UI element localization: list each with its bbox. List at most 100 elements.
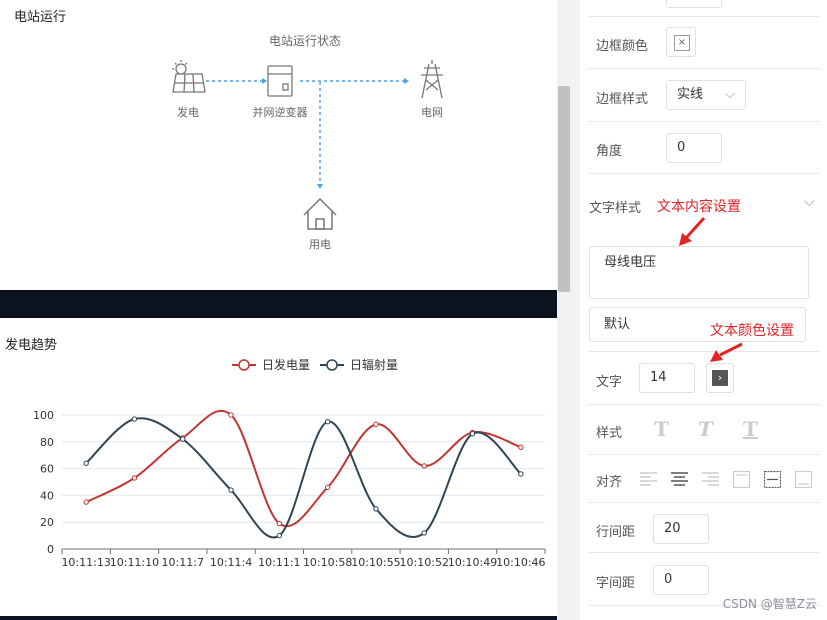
valign-bottom-icon[interactable] — [795, 471, 812, 488]
bold-icon[interactable]: T — [654, 417, 669, 441]
x-tick-label: 10:10:58 — [303, 556, 352, 569]
top-cropped-input[interactable] — [666, 0, 722, 8]
valign-middle-icon[interactable] — [764, 471, 781, 488]
border-color-swatch[interactable]: × — [666, 27, 696, 57]
border-color-row: 边框颜色 × — [588, 17, 820, 69]
trend-line-chart: 0 20 40 60 80 100 10:11:1310:11:10 10:11:7 10:11… — [33, 357, 546, 569]
data-point — [324, 484, 331, 491]
align-center-icon[interactable] — [671, 471, 688, 488]
style-label: 样式 — [596, 426, 623, 441]
align-right-icon[interactable] — [702, 471, 719, 488]
text-content-textarea[interactable]: 母线电压 — [589, 246, 809, 299]
design-canvas[interactable]: 电站运行 电站运行状态 发电 并网逆变器 电网 用电 发电趋势 0 20 40 … — [0, 0, 557, 620]
angle-input[interactable]: 0 — [666, 133, 722, 163]
text-style-label: 文字样式 — [589, 201, 642, 216]
properties-panel: 边框颜色 × 边框样式 实线 ⌵ 角度 0 文字样式 ⌵ 母线电压 默认 文字 … — [580, 0, 827, 620]
station-diagram — [172, 60, 443, 230]
legend-label: 日辐射量 — [350, 357, 398, 372]
data-point — [421, 530, 427, 536]
angle-label: 角度 — [596, 144, 623, 159]
data-point — [228, 412, 234, 418]
series-line-2 — [85, 417, 522, 539]
line-height-input[interactable]: 20 — [653, 514, 709, 544]
border-style-label: 边框样式 — [596, 92, 649, 107]
annotation-content: 文本内容设置 — [657, 199, 741, 215]
valign-top-icon[interactable] — [733, 471, 750, 488]
text-label: 文字 — [596, 375, 623, 390]
data-point — [518, 444, 524, 450]
data-point — [324, 419, 331, 425]
letter-spacing-input[interactable]: 0 — [653, 565, 709, 595]
node-label-grid: 电网 — [421, 106, 443, 119]
x-tick-label: 10:10:52 — [400, 556, 449, 569]
text-size-input[interactable]: 14 — [639, 363, 695, 393]
y-tick-label: 20 — [40, 516, 54, 529]
annotation-arrow-2 — [710, 342, 743, 362]
data-point — [131, 416, 138, 422]
y-tick-label: 40 — [40, 489, 54, 502]
align-row: 对齐 — [588, 455, 820, 503]
data-point — [421, 463, 427, 469]
y-tick-label: 60 — [40, 463, 54, 476]
y-tick-label: 100 — [33, 409, 54, 422]
house-icon — [303, 197, 337, 230]
line-height-row: 行间距 20 — [588, 503, 820, 553]
data-point — [83, 499, 89, 505]
annotation-arrow-1 — [679, 216, 706, 246]
data-point — [180, 436, 186, 442]
data-point — [83, 460, 89, 466]
panel-gutter — [572, 0, 580, 620]
flow-lines — [206, 80, 404, 184]
dark-separator-band — [0, 290, 557, 318]
align-left-icon[interactable] — [640, 471, 657, 488]
y-tick-label: 0 — [47, 543, 54, 556]
chevron-down-icon: ⌵ — [725, 87, 735, 102]
underline-icon[interactable]: T — [743, 417, 758, 441]
data-point — [276, 520, 283, 527]
data-point — [228, 487, 234, 493]
clear-color-icon: × — [674, 35, 690, 51]
font-style-row: 样式 T T T — [588, 405, 820, 455]
text-style-collapse-chevron-icon[interactable]: ⌵ — [804, 194, 815, 210]
x-tick-label: 10:11:13 — [61, 556, 110, 569]
border-color-label: 边框颜色 — [596, 39, 649, 54]
inverter-icon — [267, 65, 293, 97]
x-tick-label: 10:10:55 — [351, 556, 400, 569]
annotation-color: 文本颜色设置 — [710, 323, 794, 339]
angle-row: 角度 0 — [588, 122, 820, 174]
power-tower-icon — [421, 60, 443, 99]
align-label: 对齐 — [596, 475, 623, 490]
x-tick-label: 10:11:1 — [258, 556, 300, 569]
legend-label: 日发电量 — [262, 357, 310, 372]
top-cropped-row — [588, 0, 820, 17]
data-point — [373, 421, 379, 428]
node-label-generate: 发电 — [177, 106, 199, 119]
x-tick-label: 10:10:46 — [496, 556, 545, 569]
flow-arrowheads — [262, 78, 409, 189]
border-style-value: 实线 — [677, 87, 704, 102]
watermark: CSDN @智慧Z云 — [722, 597, 817, 611]
data-point — [276, 532, 283, 539]
x-tick-label: 10:10:49 — [448, 556, 497, 569]
data-point — [469, 431, 476, 437]
x-tick-label: 10:11:7 — [162, 556, 204, 569]
border-style-select[interactable]: 实线 ⌵ — [666, 80, 746, 110]
letter-spacing-label: 字间距 — [596, 576, 636, 591]
chevron-right-icon: › — [712, 370, 728, 386]
x-tick-label: 10:11:10 — [110, 556, 159, 569]
solar-panel-icon — [172, 60, 206, 93]
data-point — [373, 506, 379, 512]
trend-panel[interactable]: 发电趋势 0 20 40 60 80 100 10:11:13 10:11:10 10:11:7… — [0, 318, 557, 620]
canvas-scrollbar-thumb[interactable] — [558, 86, 570, 292]
station-panel[interactable]: 电站运行 电站运行状态 发电 并网逆变器 电网 用电 — [0, 0, 557, 290]
text-size-row: 文字 14 › — [588, 352, 820, 405]
line-height-label: 行间距 — [596, 525, 636, 540]
node-label-inverter: 并网逆变器 — [252, 106, 308, 119]
data-point — [131, 475, 138, 481]
data-point — [518, 471, 524, 477]
node-label-consume: 用电 — [309, 238, 331, 251]
text-color-picker[interactable]: › — [706, 363, 734, 393]
italic-icon[interactable]: T — [698, 417, 713, 441]
y-tick-label: 80 — [40, 436, 54, 449]
bottom-separator-band — [0, 616, 557, 620]
